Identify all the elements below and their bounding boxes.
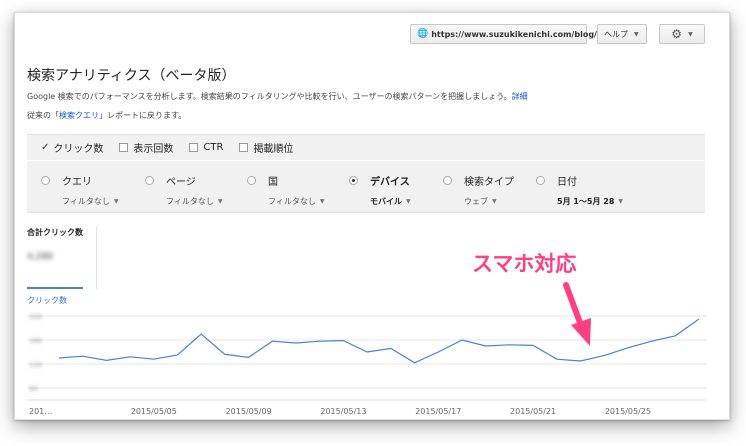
annotation-arrow [563,282,591,346]
